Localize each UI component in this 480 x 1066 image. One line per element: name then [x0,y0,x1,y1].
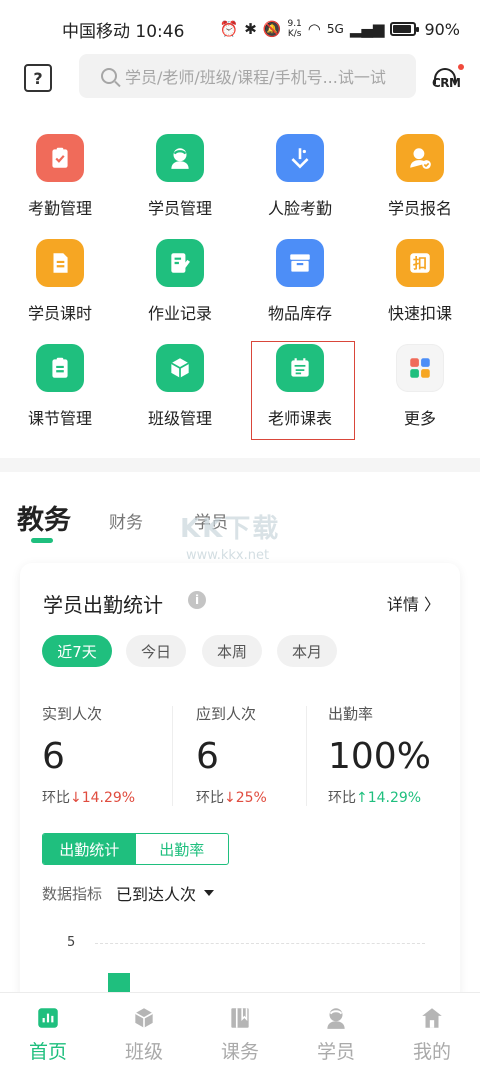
grid-item-6[interactable]: 物品库存 [240,239,360,339]
grid-item-5[interactable]: 作业记录 [120,239,240,339]
grid-item-0[interactable]: 考勤管理 [0,134,120,234]
grid-item-1[interactable]: 学员管理 [120,134,240,234]
chip-month[interactable]: 本月 [277,635,337,667]
signal-icon: ▂▄▆ [349,20,385,38]
metric-selector[interactable]: 数据指标 已到达人次 [42,881,215,905]
more-icon [396,344,444,392]
attendance-card: 学员出勤统计 i 详情 〉 近7天 今日 本周 本月 实到人次 6 环比↓14.… [20,563,460,1003]
inventory-icon [276,239,324,287]
search-icon [101,68,117,84]
grid-item-label: 更多 [403,409,436,428]
student-icon [156,134,204,182]
grid-item-label: 学员报名 [387,199,452,218]
mute-icon: 🔕 [262,20,282,38]
search-placeholder: 学员/老师/班级/课程/手机号...试一试 [125,68,386,87]
view-toggle: 出勤统计 出勤率 [42,833,229,865]
chart-gridline [95,943,425,944]
face-attendance-icon [276,134,324,182]
toggle-attendance-rate[interactable]: 出勤率 [136,834,229,864]
grid-item-8[interactable]: 课节管理 [0,344,120,444]
metric-label: 数据指标 [42,884,103,903]
grid-item-4[interactable]: 学员课时 [0,239,120,339]
tab-finance[interactable]: 财务 [109,508,143,533]
chip-today[interactable]: 今日 [126,635,186,667]
crm-icon[interactable]: CRM [430,64,464,94]
stat-actual: 实到人次 6 环比↓14.29% [42,705,136,806]
chip-week[interactable]: 本周 [202,635,262,667]
section-divider [0,458,480,472]
grid-item-label: 班级管理 [147,409,212,428]
nav-label: 我的 [412,1041,451,1063]
grid-item-label: 课节管理 [27,409,92,428]
grid-item-9[interactable]: 班级管理 [120,344,240,444]
class-cube-icon [130,1005,158,1031]
student-nav-icon [322,1005,350,1031]
grid-item-label: 学员课时 [27,304,92,323]
grid-item-2[interactable]: 人脸考勤 [240,134,360,234]
detail-link[interactable]: 详情 〉 [387,591,440,615]
nav-label: 班级 [124,1041,163,1063]
crm-label: CRM [432,76,461,90]
highlight-box [251,341,355,440]
home-chart-icon [34,1005,62,1031]
course-book-icon [226,1005,254,1031]
grid-item-label: 作业记录 [147,304,212,323]
search-input[interactable]: 学员/老师/班级/课程/手机号...试一试 [79,54,416,98]
grid-item-3[interactable]: 学员报名 [360,134,480,234]
grid-item-label: 学员管理 [147,199,212,218]
attendance-chart: 5 [20,923,460,1003]
metric-value: 已到达人次 [116,885,197,904]
homework-icon [156,239,204,287]
card-title: 学员出勤统计 [43,593,163,617]
student-signup-icon [396,134,444,182]
grid-item-11[interactable]: 更多 [360,344,480,444]
battery-icon [390,22,420,36]
y-tick-label: 5 [67,935,76,950]
battery-percent: 90% [424,19,460,39]
lesson-icon [36,344,84,392]
bottom-nav: 首页 班级 课务 学员 我的 [0,992,480,1066]
help-icon[interactable]: ? [24,64,52,92]
carrier-time: 中国移动 10:46 [62,21,185,42]
nav-item-2[interactable]: 课务 [192,993,288,1066]
deduct-icon: 扣 [396,239,444,287]
caret-down-icon [204,890,215,896]
nav-label: 学员 [316,1041,355,1063]
grid-item-label: 快速扣课 [387,304,452,323]
info-icon[interactable]: i [188,591,206,609]
search-row: ? 学员/老师/班级/课程/手机号...试一试 CRM [0,54,480,102]
chip-7days[interactable]: 近7天 [42,635,112,667]
nav-item-0[interactable]: 首页 [0,993,96,1066]
notification-dot [458,64,464,70]
grid-item-label: 人脸考勤 [267,199,332,218]
grid-item-7[interactable]: 扣快速扣课 [360,239,480,339]
wifi-icon: ◠ [307,20,321,38]
tab-academic[interactable]: 教务 [17,498,71,537]
svg-text:扣: 扣 [413,255,427,272]
cube-icon [156,344,204,392]
grid-item-label: 考勤管理 [27,199,92,218]
status-icons: ⏰ ✱ 🔕 9.1 K/s ◠ 5G ▂▄▆ 90% [220,19,460,39]
signal-label: 5G [326,22,344,36]
toggle-attendance-count[interactable]: 出勤统计 [43,834,136,864]
tab-indicator [31,538,53,543]
grid-item-label: 物品库存 [267,304,332,323]
nav-label: 课务 [220,1041,259,1063]
watermark: KK下载 [180,514,281,544]
nav-label: 首页 [28,1041,67,1063]
clipboard-check-icon [36,134,84,182]
watermark-url: www.kkx.net [186,548,270,563]
mine-house-icon [418,1005,446,1031]
status-bar: 中国移动 10:46 ⏰ ✱ 🔕 9.1 K/s ◠ 5G ▂▄▆ 90% [0,0,480,58]
alarm-icon: ⏰ [219,20,239,38]
nav-item-4[interactable]: 我的 [384,993,480,1066]
nav-item-1[interactable]: 班级 [96,993,192,1066]
document-icon [36,239,84,287]
bluetooth-icon: ✱ [244,20,257,38]
nav-item-3[interactable]: 学员 [288,993,384,1066]
stat-rate: 出勤率 100% 环比↑14.29% [328,705,431,806]
network-speed: 9.1 K/s [287,19,302,39]
